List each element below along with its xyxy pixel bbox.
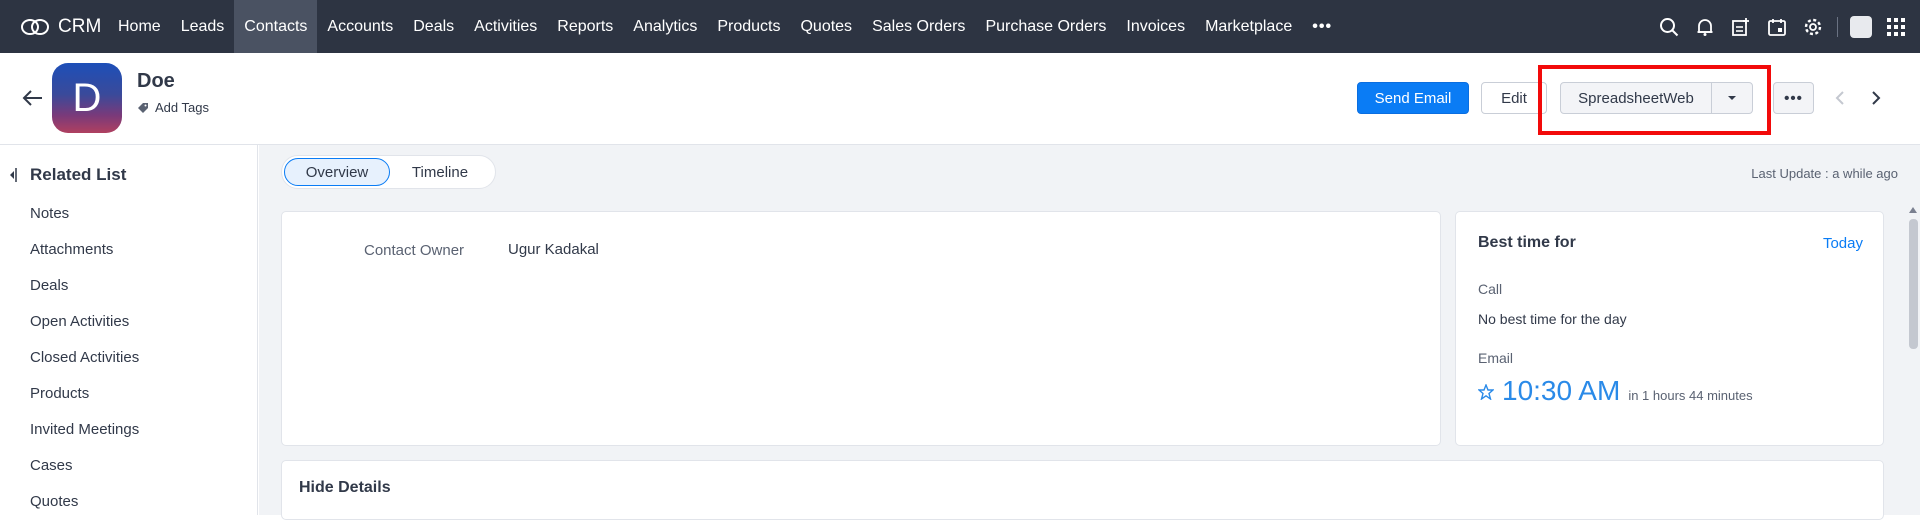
tab-timeline[interactable]: Timeline xyxy=(390,158,490,186)
related-list-sidebar: Related List Notes Attachments Deals Open A… xyxy=(0,145,258,515)
email-time-value: 10:30 AM xyxy=(1502,375,1621,406)
next-record-icon[interactable] xyxy=(1868,90,1884,106)
nav-item-contacts[interactable]: Contacts xyxy=(234,0,318,53)
record-header: D Doe Add Tags Send Email Edit Spreadshe… xyxy=(0,53,1920,145)
related-list-item-products[interactable]: Products xyxy=(30,385,89,402)
main-content: Overview Timeline Last Update : a while … xyxy=(259,145,1920,520)
nav-item-invoices[interactable]: Invoices xyxy=(1116,0,1195,53)
send-email-button[interactable]: Send Email xyxy=(1357,82,1469,114)
nav-item-accounts[interactable]: Accounts xyxy=(317,0,403,53)
nav-more-button[interactable]: ••• xyxy=(1302,0,1342,53)
top-nav-bar: CRM Home Leads Contacts Accounts Deals Activi… xyxy=(0,0,1920,53)
user-avatar[interactable] xyxy=(1850,15,1872,38)
call-best-time-value: No best time for the day xyxy=(1478,311,1627,327)
view-tabs: Overview Timeline xyxy=(281,155,496,189)
nav-item-products[interactable]: Products xyxy=(707,0,790,53)
previous-record-icon[interactable] xyxy=(1832,90,1848,106)
scroll-up-arrow-icon[interactable] xyxy=(1909,207,1917,213)
star-icon xyxy=(1478,384,1494,400)
add-tags-link[interactable]: Add Tags xyxy=(137,100,209,115)
app-name: CRM xyxy=(58,15,102,37)
tag-icon xyxy=(138,102,148,113)
nav-item-analytics[interactable]: Analytics xyxy=(623,0,707,53)
best-time-card: Best time for Today Call No best time fo… xyxy=(1455,211,1884,446)
related-list-item-cases[interactable]: Cases xyxy=(30,457,73,474)
main-scrollbar[interactable] xyxy=(1907,205,1920,515)
related-list-item-deals[interactable]: Deals xyxy=(30,277,68,294)
highlight-box xyxy=(1538,65,1771,135)
contact-name: Doe xyxy=(137,70,175,92)
add-note-icon[interactable] xyxy=(1729,15,1753,39)
contact-avatar[interactable]: D xyxy=(52,63,122,133)
email-label: Email xyxy=(1478,350,1514,366)
related-list-item-notes[interactable]: Notes xyxy=(30,205,69,222)
related-list-title: Related List xyxy=(30,165,127,184)
crm-logo-icon xyxy=(21,18,49,35)
nav-item-quotes[interactable]: Quotes xyxy=(790,0,862,53)
calendar-icon[interactable] xyxy=(1765,15,1789,39)
today-dropdown[interactable]: Today xyxy=(1823,235,1863,252)
nav-utility-icons xyxy=(1657,0,1908,53)
more-actions-button[interactable]: ••• xyxy=(1773,82,1814,114)
related-list-item-attachments[interactable]: Attachments xyxy=(30,241,113,258)
nav-item-marketplace[interactable]: Marketplace xyxy=(1195,0,1302,53)
back-arrow-icon[interactable] xyxy=(20,85,46,111)
related-list-item-open-activities[interactable]: Open Activities xyxy=(30,313,129,330)
related-list-item-closed-activities[interactable]: Closed Activities xyxy=(30,349,139,366)
apps-grid-icon[interactable] xyxy=(1884,15,1908,39)
collapse-caret-icon[interactable] xyxy=(9,168,17,182)
contact-owner-label: Contact Owner xyxy=(364,242,465,259)
scrollbar-thumb[interactable] xyxy=(1909,219,1918,349)
call-label: Call xyxy=(1478,281,1503,297)
related-list-item-quotes[interactable]: Quotes xyxy=(30,493,78,510)
tab-overview[interactable]: Overview xyxy=(284,158,390,186)
search-icon[interactable] xyxy=(1657,15,1681,39)
nav-item-sales-orders[interactable]: Sales Orders xyxy=(862,0,975,53)
nav-item-deals[interactable]: Deals xyxy=(403,0,464,53)
add-tags-label: Add Tags xyxy=(155,100,209,115)
nav-item-reports[interactable]: Reports xyxy=(547,0,623,53)
related-list-item-invited-meetings[interactable]: Invited Meetings xyxy=(30,421,139,438)
crm-logo[interactable]: CRM xyxy=(0,16,108,38)
nav-item-purchase-orders[interactable]: Purchase Orders xyxy=(975,0,1116,53)
hide-details-toggle[interactable]: Hide Details xyxy=(299,479,391,497)
last-update-text: Last Update : a while ago xyxy=(1751,166,1898,181)
email-time-relative: in 1 hours 44 minutes xyxy=(1628,388,1753,403)
overview-card: Contact Owner Ugur Kadakal xyxy=(281,211,1441,446)
nav-item-home[interactable]: Home xyxy=(108,0,171,53)
details-card: Hide Details xyxy=(281,460,1884,520)
nav-item-activities[interactable]: Activities xyxy=(464,0,547,53)
nav-divider xyxy=(1837,16,1838,37)
nav-item-leads[interactable]: Leads xyxy=(171,0,235,53)
bell-icon[interactable] xyxy=(1693,15,1717,39)
email-best-time: 10:30 AM in 1 hours 44 minutes xyxy=(1478,375,1753,407)
nav-menu: Home Leads Contacts Accounts Deals Activities… xyxy=(108,0,1342,53)
best-time-title: Best time for xyxy=(1478,234,1576,251)
contact-owner-value[interactable]: Ugur Kadakal xyxy=(508,241,599,258)
gear-icon[interactable] xyxy=(1801,15,1825,39)
